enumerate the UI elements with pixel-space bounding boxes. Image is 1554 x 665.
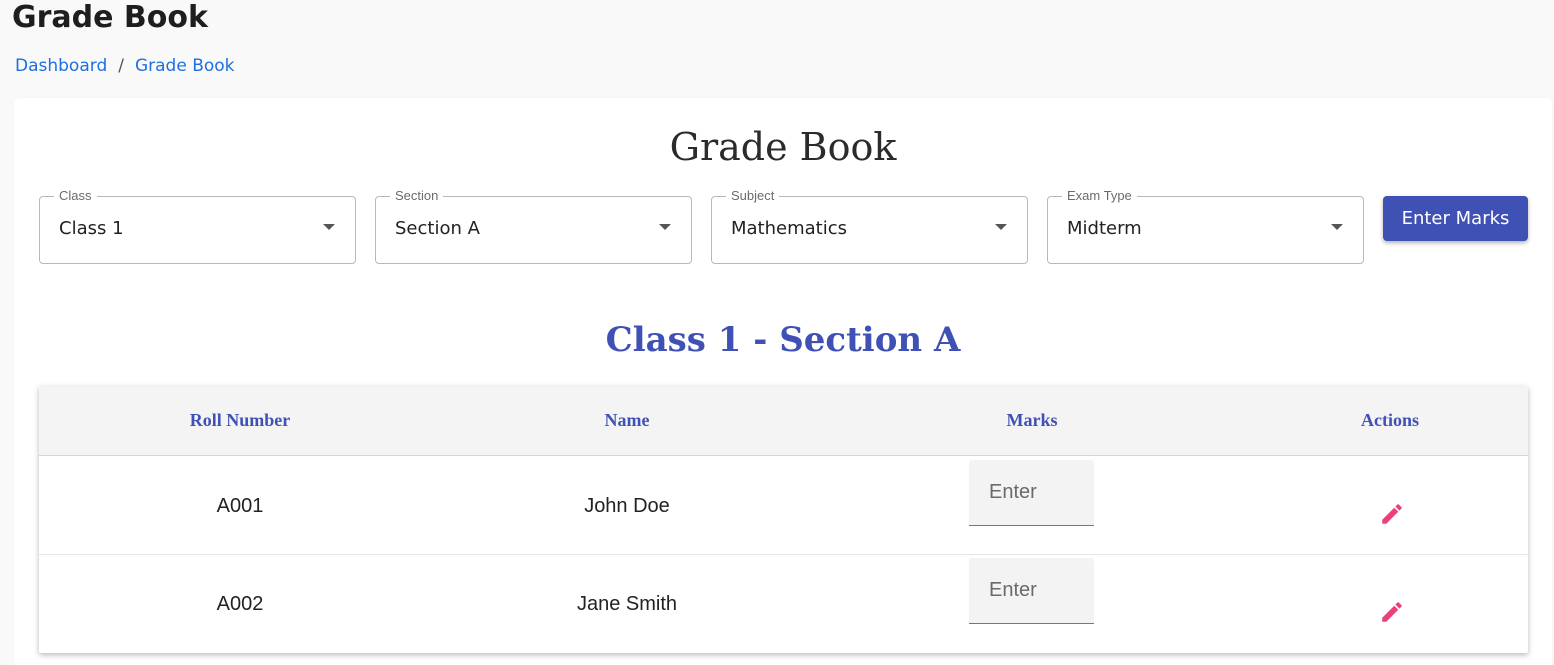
chevron-down-icon — [659, 224, 671, 230]
column-header-marks: Marks — [1006, 410, 1058, 430]
marks-input[interactable] — [969, 558, 1094, 624]
subject-select-label: Subject — [726, 188, 780, 204]
section-select-label: Section — [390, 188, 444, 204]
table-header: Roll Number Name Marks Actions — [39, 386, 1528, 456]
exam-type-select-label: Exam Type — [1062, 188, 1137, 204]
column-header-roll-number: Roll Number — [189, 410, 291, 430]
chevron-down-icon — [323, 224, 335, 230]
marks-input[interactable] — [969, 460, 1094, 526]
section-select-value: Section A — [395, 218, 480, 239]
pencil-icon — [1382, 602, 1402, 622]
class-select-label: Class — [54, 188, 97, 204]
roll-number-cell: A002 — [216, 593, 264, 615]
grades-table: Roll Number Name Marks Actions A001 John… — [39, 386, 1528, 653]
section-heading: Class 1 - Section A — [605, 320, 961, 360]
breadcrumb: Dashboard / Grade Book — [15, 55, 235, 77]
table-row: A002 Jane Smith — [39, 555, 1528, 653]
class-select[interactable]: Class Class 1 — [39, 188, 356, 264]
breadcrumb-link-grade-book[interactable]: Grade Book — [135, 55, 235, 77]
exam-type-select[interactable]: Exam Type Midterm — [1047, 188, 1364, 264]
edit-button[interactable] — [1379, 501, 1405, 527]
exam-type-select-value: Midterm — [1067, 218, 1142, 239]
page-title: Grade Book — [12, 0, 208, 35]
edit-button[interactable] — [1379, 599, 1405, 625]
chevron-down-icon — [1331, 224, 1343, 230]
section-select[interactable]: Section Section A — [375, 188, 692, 264]
roll-number-cell: A001 — [216, 495, 264, 517]
table-row: A001 John Doe — [39, 457, 1528, 555]
subject-select[interactable]: Subject Mathematics — [711, 188, 1028, 264]
chevron-down-icon — [995, 224, 1007, 230]
class-select-value: Class 1 — [59, 218, 124, 239]
pencil-icon — [1382, 504, 1402, 524]
column-header-actions: Actions — [1361, 410, 1419, 430]
column-header-name: Name — [604, 410, 650, 430]
grade-book-card: Grade Book Class Class 1 Section Section… — [14, 98, 1552, 665]
enter-marks-button[interactable]: Enter Marks — [1383, 196, 1528, 241]
card-title: Grade Book — [669, 125, 897, 169]
breadcrumb-link-dashboard[interactable]: Dashboard — [15, 55, 107, 77]
student-name-cell: John Doe — [584, 495, 670, 517]
subject-select-value: Mathematics — [731, 218, 847, 239]
breadcrumb-separator: / — [118, 56, 124, 76]
student-name-cell: Jane Smith — [576, 593, 678, 615]
